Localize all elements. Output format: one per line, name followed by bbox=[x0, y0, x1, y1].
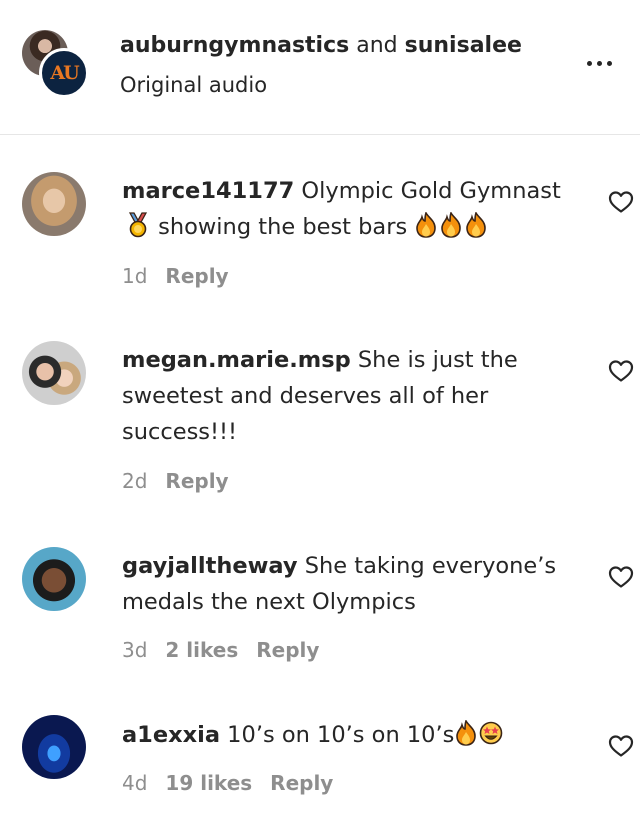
comment-time[interactable]: 3d bbox=[122, 638, 147, 662]
heart-icon[interactable] bbox=[608, 359, 634, 383]
comment-meta: 4d 19 likes Reply bbox=[122, 771, 333, 795]
heart-icon[interactable] bbox=[608, 734, 634, 758]
comment-text: megan.marie.msp She is just the sweetest… bbox=[122, 342, 542, 450]
comment-text: gayjalltheway She taking everyone’s meda… bbox=[122, 548, 592, 620]
more-options-icon[interactable] bbox=[587, 53, 623, 73]
comment-meta: 1d Reply bbox=[122, 264, 229, 288]
heart-icon[interactable] bbox=[608, 565, 634, 589]
commenter-avatar[interactable] bbox=[22, 715, 86, 779]
comment-time[interactable]: 4d bbox=[122, 771, 147, 795]
comment-username[interactable]: megan.marie.msp bbox=[122, 347, 351, 373]
likes-count[interactable]: 19 likes bbox=[165, 771, 252, 795]
comment-username[interactable]: gayjalltheway bbox=[122, 553, 298, 579]
comment-time[interactable]: 2d bbox=[122, 469, 147, 493]
reply-button[interactable]: Reply bbox=[256, 638, 319, 662]
comment-username[interactable]: marce141177 bbox=[122, 178, 294, 204]
fire-emoji bbox=[414, 212, 438, 238]
reply-button[interactable]: Reply bbox=[165, 264, 228, 288]
post-avatar-stack[interactable]: AU bbox=[22, 30, 90, 98]
comment-body: Olympic Gold Gymnast bbox=[294, 178, 561, 204]
comment-body: 10’s on 10’s on 10’s bbox=[220, 722, 455, 748]
comment-time[interactable]: 1d bbox=[122, 264, 147, 288]
comment-text: marce141177 Olympic Gold Gymnast showing… bbox=[122, 173, 584, 245]
author-link-sunisalee[interactable]: sunisalee bbox=[405, 33, 522, 58]
comment-body-cont: showing the best bars bbox=[151, 214, 415, 240]
reply-button[interactable]: Reply bbox=[165, 469, 228, 493]
author-conjunction: and bbox=[349, 33, 405, 58]
commenter-avatar[interactable] bbox=[22, 547, 86, 611]
gold-medal-emoji bbox=[128, 212, 148, 238]
post-author-line: auburngymnastics and sunisalee bbox=[120, 33, 522, 58]
post-header: AU auburngymnastics and sunisalee Origin… bbox=[0, 0, 640, 135]
comment-username[interactable]: a1exxia bbox=[122, 722, 220, 748]
audio-label[interactable]: Original audio bbox=[120, 73, 267, 97]
commenter-avatar[interactable] bbox=[22, 341, 86, 405]
commenter-avatar[interactable] bbox=[22, 172, 86, 236]
comment-text: a1exxia 10’s on 10’s on 10’s bbox=[122, 717, 584, 753]
auburngymnastics-avatar[interactable]: AU bbox=[39, 48, 89, 98]
likes-count[interactable]: 2 likes bbox=[165, 638, 238, 662]
comment-meta: 3d 2 likes Reply bbox=[122, 638, 319, 662]
fire-emoji bbox=[454, 720, 478, 746]
author-link-auburngymnastics[interactable]: auburngymnastics bbox=[120, 33, 349, 58]
fire-emoji bbox=[439, 212, 463, 238]
auburn-logo: AU bbox=[50, 62, 79, 84]
star-struck-emoji bbox=[480, 721, 503, 745]
fire-emoji bbox=[464, 212, 488, 238]
comment-meta: 2d Reply bbox=[122, 469, 229, 493]
reply-button[interactable]: Reply bbox=[270, 771, 333, 795]
heart-icon[interactable] bbox=[608, 190, 634, 214]
